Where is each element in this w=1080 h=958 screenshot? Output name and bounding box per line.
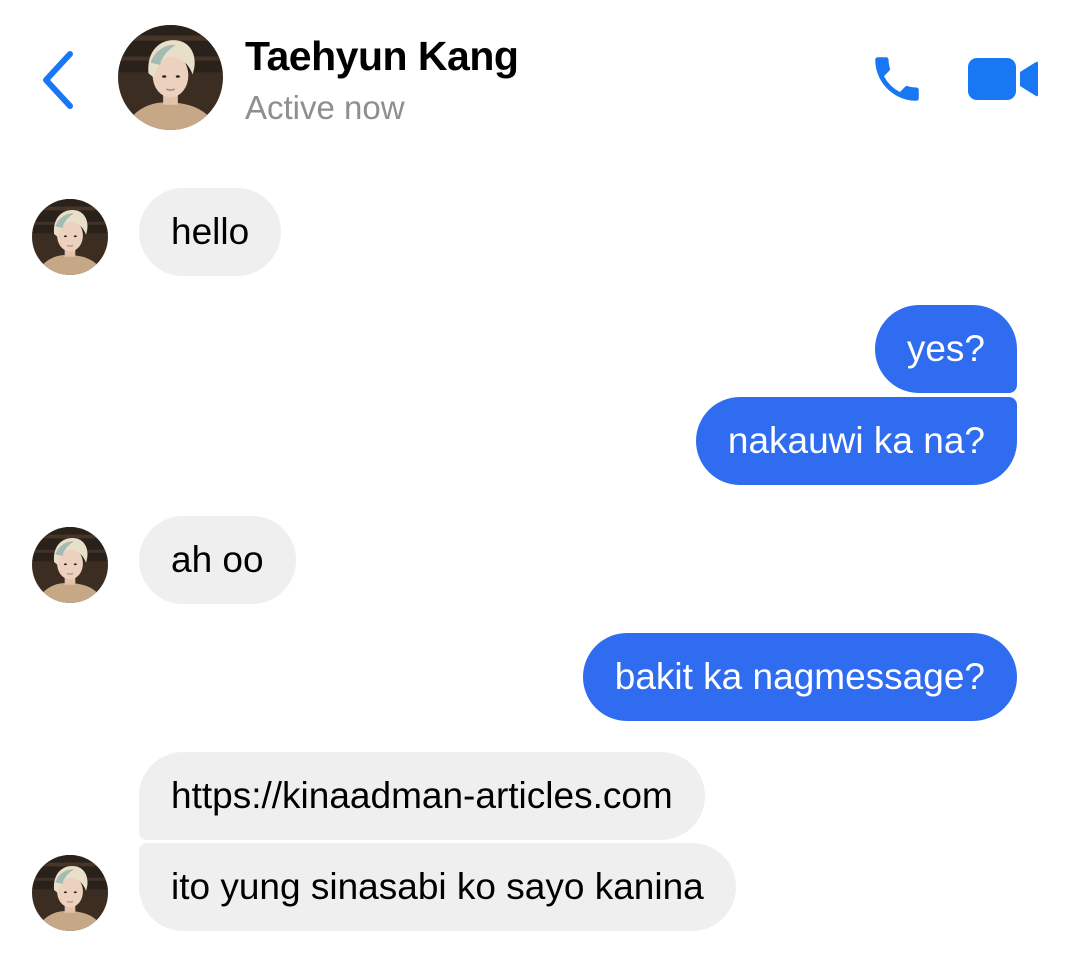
sender-photo: [32, 199, 108, 275]
contact-status: Active now: [245, 89, 405, 126]
incoming-message[interactable]: ito yung sinasabi ko sayo kanina: [139, 843, 736, 931]
video-camera-icon: [968, 58, 1038, 100]
contact-avatar[interactable]: [118, 25, 223, 130]
incoming-link-message[interactable]: https://kinaadman-articles.com: [139, 752, 705, 840]
contact-photo: [118, 25, 223, 130]
contact-name[interactable]: Taehyun Kang: [245, 30, 519, 82]
sender-avatar[interactable]: [32, 855, 108, 931]
phone-icon: [875, 57, 919, 101]
outgoing-message[interactable]: nakauwi ka na?: [695, 397, 1017, 485]
back-button[interactable]: [36, 48, 82, 112]
outgoing-message[interactable]: yes?: [874, 305, 1017, 393]
incoming-message[interactable]: ah oo: [139, 516, 296, 604]
sender-avatar[interactable]: [32, 527, 108, 603]
incoming-message[interactable]: hello: [139, 188, 282, 276]
chevron-left-icon: [43, 51, 73, 109]
outgoing-message[interactable]: bakit ka nagmessage?: [582, 633, 1017, 721]
audio-call-button[interactable]: [868, 50, 926, 108]
sender-photo: [32, 527, 108, 603]
sender-avatar[interactable]: [32, 199, 108, 275]
sender-photo: [32, 855, 108, 931]
video-call-button[interactable]: [966, 54, 1040, 104]
